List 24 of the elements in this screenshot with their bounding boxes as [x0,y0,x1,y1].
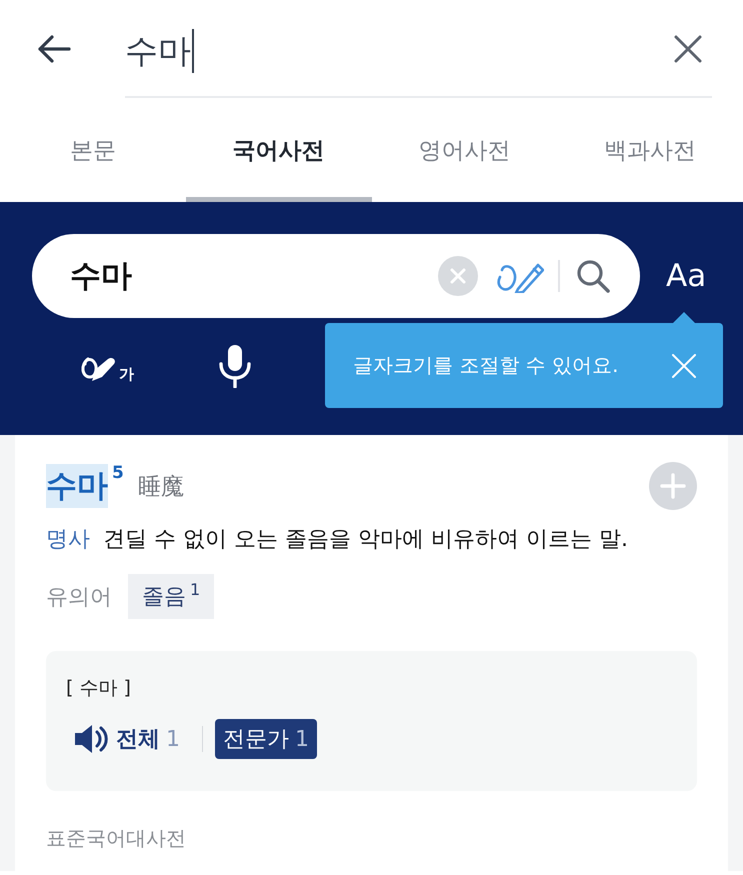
handwriting-button[interactable]: 가 [78,349,134,383]
font-size-button[interactable]: Aa [666,258,706,294]
close-icon[interactable] [674,35,702,63]
dictionary-tab[interactable]: 백과사전 [557,98,743,202]
microphone-icon[interactable] [218,344,252,388]
speaker-icon [74,724,108,754]
speaker-filter-button[interactable]: 전문가 1 [215,719,317,760]
tooltip-text: 글자크기를 조절할 수 있어요. [353,352,618,379]
play-all-button[interactable]: 전체 1 [66,719,188,760]
synonym-label: 유의어 [46,584,112,612]
source-text: 표준국어대사전 [46,825,187,852]
search-icon[interactable] [576,259,610,293]
dictionary-tab[interactable]: 영어사전 [372,98,558,202]
dictionary-search-field[interactable]: 수마 [32,234,640,318]
definition-text: 견딜 수 없이 오는 졸음을 악마에 비유하여 이르는 말. [103,527,628,552]
pronunciation-text: [ 수마 ] [66,676,132,702]
synonym-link[interactable]: 졸음 $^{1}$ [128,574,214,620]
homonym-number: 5 [112,463,124,483]
headword: 수마 [46,464,108,508]
part-of-speech: 명사 [46,527,90,552]
hanja-text: 睡魔 [138,472,184,502]
search-input-field[interactable]: 수마 [125,0,712,98]
dictionary-tab[interactable]: 본문 [0,98,186,202]
back-arrow-icon[interactable] [37,35,71,63]
